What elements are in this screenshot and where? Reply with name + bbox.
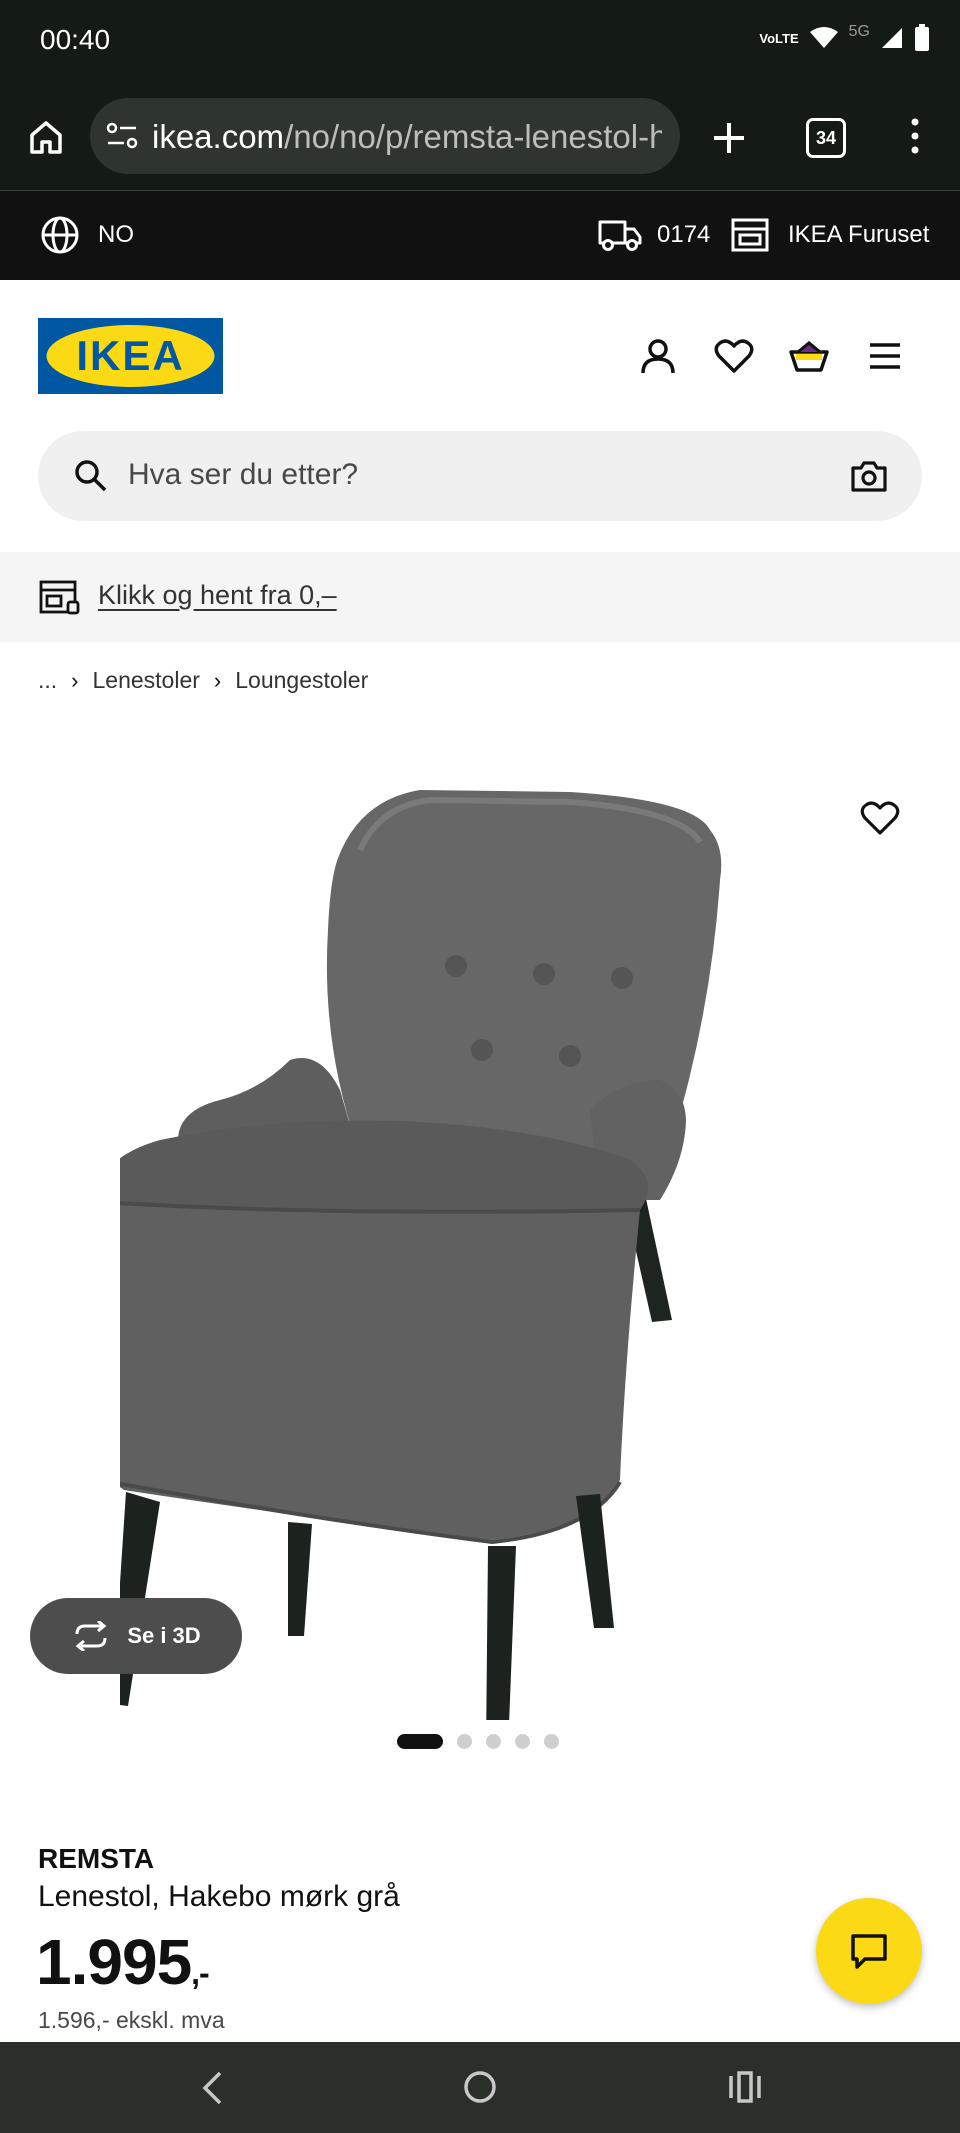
gallery-dot[interactable] xyxy=(457,1734,472,1749)
chevron-right-icon: › xyxy=(71,667,79,693)
system-navigation-bar xyxy=(0,2042,960,2133)
status-icons: VoLTE 5G xyxy=(759,23,930,52)
chevron-right-icon: › xyxy=(213,667,222,693)
url-host: ikea.com xyxy=(152,118,285,155)
browser-toolbar: ikea.com/no/no/p/remsta-lenestol-hakebo-… xyxy=(0,84,960,191)
product-price: 1.995,- xyxy=(36,1925,210,1999)
view-in-3d-button[interactable]: Se i 3D xyxy=(30,1598,242,1674)
search-input[interactable] xyxy=(128,455,778,495)
ikea-logo[interactable]: IKEA xyxy=(38,318,223,394)
menu-icon[interactable] xyxy=(868,341,902,371)
postcode-link[interactable]: 0174 xyxy=(657,221,710,249)
store-icon[interactable] xyxy=(730,217,770,253)
store-info-strip: NO 0174 IKEA Furuset xyxy=(0,191,960,280)
click-collect-banner: Klikk og hent fra 0,– xyxy=(0,552,960,642)
wifi-icon xyxy=(809,27,838,48)
product-image-gallery[interactable] xyxy=(0,730,960,1720)
delivery-truck-icon[interactable] xyxy=(597,217,643,253)
click-collect-link[interactable]: Klikk og hent fra 0,– xyxy=(98,580,337,611)
new-tab-icon[interactable] xyxy=(711,120,747,156)
breadcrumb: ... › Lenestoler › Loungestoler xyxy=(38,667,368,694)
breadcrumb-ellipsis[interactable]: ... xyxy=(38,667,57,694)
account-icon[interactable] xyxy=(638,337,678,377)
chat-icon xyxy=(851,1934,887,1969)
store-link[interactable]: IKEA Furuset xyxy=(788,221,929,249)
home-nav-icon[interactable] xyxy=(462,2069,498,2105)
tab-switcher-icon[interactable]: 34 xyxy=(806,118,846,158)
site-settings-icon[interactable] xyxy=(106,120,140,152)
signal-icon xyxy=(882,28,902,48)
product-description: Lenestol, Hakebo mørk grå xyxy=(38,1880,400,1913)
logo-text: IKEA xyxy=(76,332,185,379)
recent-apps-icon[interactable] xyxy=(728,2070,762,2104)
battery-icon xyxy=(915,24,929,51)
search-icon xyxy=(75,460,107,492)
gallery-dot[interactable] xyxy=(486,1734,501,1749)
home-icon[interactable] xyxy=(26,117,66,157)
gallery-dot[interactable] xyxy=(544,1734,559,1749)
more-icon[interactable] xyxy=(905,116,925,156)
address-bar[interactable]: ikea.com/no/no/p/remsta-lenestol-hakebo-… xyxy=(90,98,680,174)
wishlist-icon[interactable] xyxy=(714,338,754,374)
network-label: 5G xyxy=(848,23,870,40)
price-excluding-vat: 1.596,- ekskl. mva xyxy=(38,2007,225,2033)
breadcrumb-item[interactable]: Lenestoler xyxy=(93,667,200,694)
globe-icon[interactable] xyxy=(40,215,80,255)
url-text: ikea.com/no/no/p/remsta-lenestol-hakebo-… xyxy=(152,118,662,156)
back-icon[interactable] xyxy=(200,2070,224,2106)
breadcrumb-item[interactable]: Loungestoler xyxy=(235,667,368,694)
status-bar: 00:40 VoLTE 5G xyxy=(0,0,960,84)
country-selector[interactable]: NO xyxy=(98,221,134,249)
product-name: REMSTA xyxy=(38,1843,155,1874)
camera-search-icon[interactable] xyxy=(850,459,888,493)
rotate-3d-icon xyxy=(75,1621,107,1651)
gallery-pagination xyxy=(397,1734,559,1749)
store-pickup-icon xyxy=(39,580,80,615)
url-path: /no/no/p/remsta-lenestol-hakebo-mork-gra xyxy=(284,118,662,155)
gallery-dot[interactable] xyxy=(397,1734,443,1749)
tab-count: 34 xyxy=(815,127,837,148)
price-value: 1.995 xyxy=(36,1926,192,1998)
search-bar[interactable] xyxy=(38,431,922,521)
chat-button[interactable] xyxy=(816,1898,922,2004)
volte-icon: VoLTE xyxy=(759,30,799,46)
status-time: 00:40 xyxy=(40,24,111,55)
price-suffix: ,- xyxy=(191,1955,210,1991)
gallery-dot[interactable] xyxy=(515,1734,530,1749)
product-image[interactable] xyxy=(120,760,840,1720)
add-to-wishlist-icon[interactable] xyxy=(860,800,900,836)
cart-icon[interactable] xyxy=(788,338,830,374)
view-in-3d-label: Se i 3D xyxy=(127,1623,201,1648)
